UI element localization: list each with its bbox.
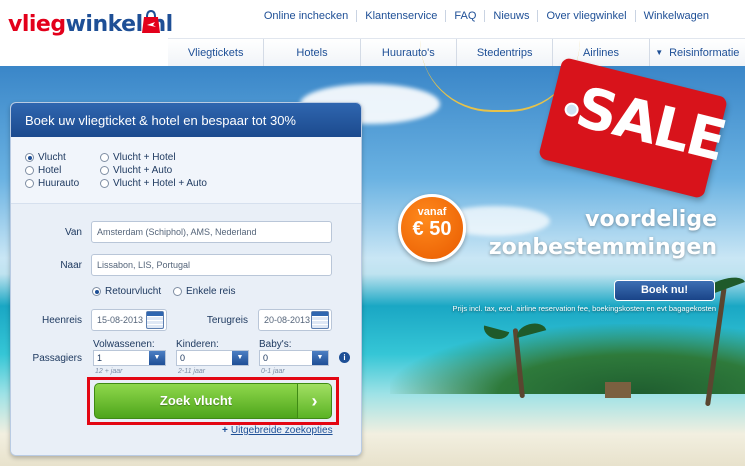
terugreis-label: Terugreis xyxy=(206,315,248,326)
search-panel-title: Boek uw vliegticket & hotel en bespaar t… xyxy=(11,103,361,137)
logo-part1: vlieg xyxy=(8,12,66,37)
caret-down-icon: ▼ xyxy=(655,48,664,57)
radio-vlucht-hotel-auto[interactable]: Vlucht + Hotel + Auto xyxy=(100,177,207,190)
radio-vlucht[interactable]: Vlucht xyxy=(25,151,79,164)
babies-value: 0 xyxy=(263,353,269,363)
topnav-winkelwagen[interactable]: Winkelwagen xyxy=(634,10,717,22)
info-icon[interactable]: i xyxy=(339,352,350,363)
nav-hotels[interactable]: Hotels xyxy=(263,39,359,66)
radio-icon xyxy=(25,153,34,162)
kids-select[interactable]: 0 ▼ xyxy=(176,350,249,366)
topnav-faq[interactable]: FAQ xyxy=(445,10,484,22)
calendar-icon[interactable] xyxy=(311,311,329,329)
babies-select[interactable]: 0 ▼ xyxy=(259,350,329,366)
site-header: vliegwinkel.nl Online inchecken Klantens… xyxy=(0,0,745,66)
radio-huurauto[interactable]: Huurauto xyxy=(25,177,79,190)
kids-hint: 2-11 jaar xyxy=(178,368,206,375)
radio-icon xyxy=(25,166,34,175)
radio-icon xyxy=(100,179,109,188)
babies-label: Baby's: xyxy=(259,339,292,350)
adults-select[interactable]: 1 ▼ xyxy=(93,350,166,366)
advanced-search-link[interactable]: + Uitgebreide zoekopties xyxy=(222,425,333,436)
plus-icon: + xyxy=(222,425,228,436)
zoek-vlucht-button[interactable]: Zoek vlucht › xyxy=(94,383,332,419)
van-input[interactable]: Amsterdam (Schiphol), AMS, Nederland xyxy=(91,221,332,243)
heenreis-label: Heenreis xyxy=(41,315,82,326)
topnav-online-inchecken[interactable]: Online inchecken xyxy=(256,10,356,22)
naar-input[interactable]: Lissabon, LIS, Portugal xyxy=(91,254,332,276)
chevron-down-icon: ▼ xyxy=(312,351,328,365)
babies-hint: 0-1 jaar xyxy=(261,368,285,375)
radio-vlucht-hotel[interactable]: Vlucht + Hotel xyxy=(100,151,207,164)
radio-icon xyxy=(25,179,34,188)
chevron-down-icon: ▼ xyxy=(149,351,165,365)
radio-vlucht-auto[interactable]: Vlucht + Auto xyxy=(100,164,207,177)
radio-enkele-reis[interactable]: Enkele reis xyxy=(173,285,235,298)
price-amount: € 50 xyxy=(412,218,452,240)
top-navigation: Online inchecken Klantenservice FAQ Nieu… xyxy=(256,10,717,22)
price-badge: vanaf € 50 xyxy=(398,194,466,262)
naar-label: Naar xyxy=(60,260,82,271)
beach-hut-image xyxy=(605,382,631,398)
adults-value: 1 xyxy=(97,353,103,363)
kids-value: 0 xyxy=(180,353,186,363)
topnav-klantenservice[interactable]: Klantenservice xyxy=(356,10,445,22)
promo-headline: voordelige zonbestemmingen xyxy=(470,206,717,262)
promo-line1: voordelige xyxy=(585,207,717,232)
price-vanaf: vanaf xyxy=(417,206,447,218)
passagiers-label: Passagiers xyxy=(32,353,82,364)
radio-icon xyxy=(173,287,182,296)
topnav-nieuws[interactable]: Nieuws xyxy=(484,10,537,22)
shopping-bag-icon xyxy=(142,9,160,33)
island-image xyxy=(390,324,745,394)
chevron-down-icon: ▼ xyxy=(232,351,248,365)
calendar-icon[interactable] xyxy=(146,311,164,329)
radio-hotel[interactable]: Hotel xyxy=(25,164,79,177)
nav-vliegtickets[interactable]: Vliegtickets xyxy=(168,39,263,66)
adults-hint: 12 + jaar xyxy=(95,368,123,375)
zoek-vlucht-label: Zoek vlucht xyxy=(159,393,233,408)
chevron-right-icon: › xyxy=(297,384,331,418)
radio-icon xyxy=(100,153,109,162)
adults-label: Volwassenen: xyxy=(93,339,155,350)
nav-reisinformatie[interactable]: ▼ Reisinformatie xyxy=(648,39,745,66)
radio-retourvlucht[interactable]: Retourvlucht xyxy=(92,285,161,298)
topnav-over[interactable]: Over vliegwinkel xyxy=(537,10,634,22)
van-label: Van xyxy=(64,227,82,238)
radio-icon xyxy=(100,166,109,175)
boek-nu-button[interactable]: Boek nu! xyxy=(614,280,715,301)
radio-icon xyxy=(92,287,101,296)
price-disclaimer: Prijs incl. tax, excl. airline reservati… xyxy=(452,304,716,313)
kids-label: Kinderen: xyxy=(176,339,219,350)
promo-line2: zonbestemmingen xyxy=(488,235,717,260)
nav-reisinformatie-label: Reisinformatie xyxy=(669,46,740,59)
